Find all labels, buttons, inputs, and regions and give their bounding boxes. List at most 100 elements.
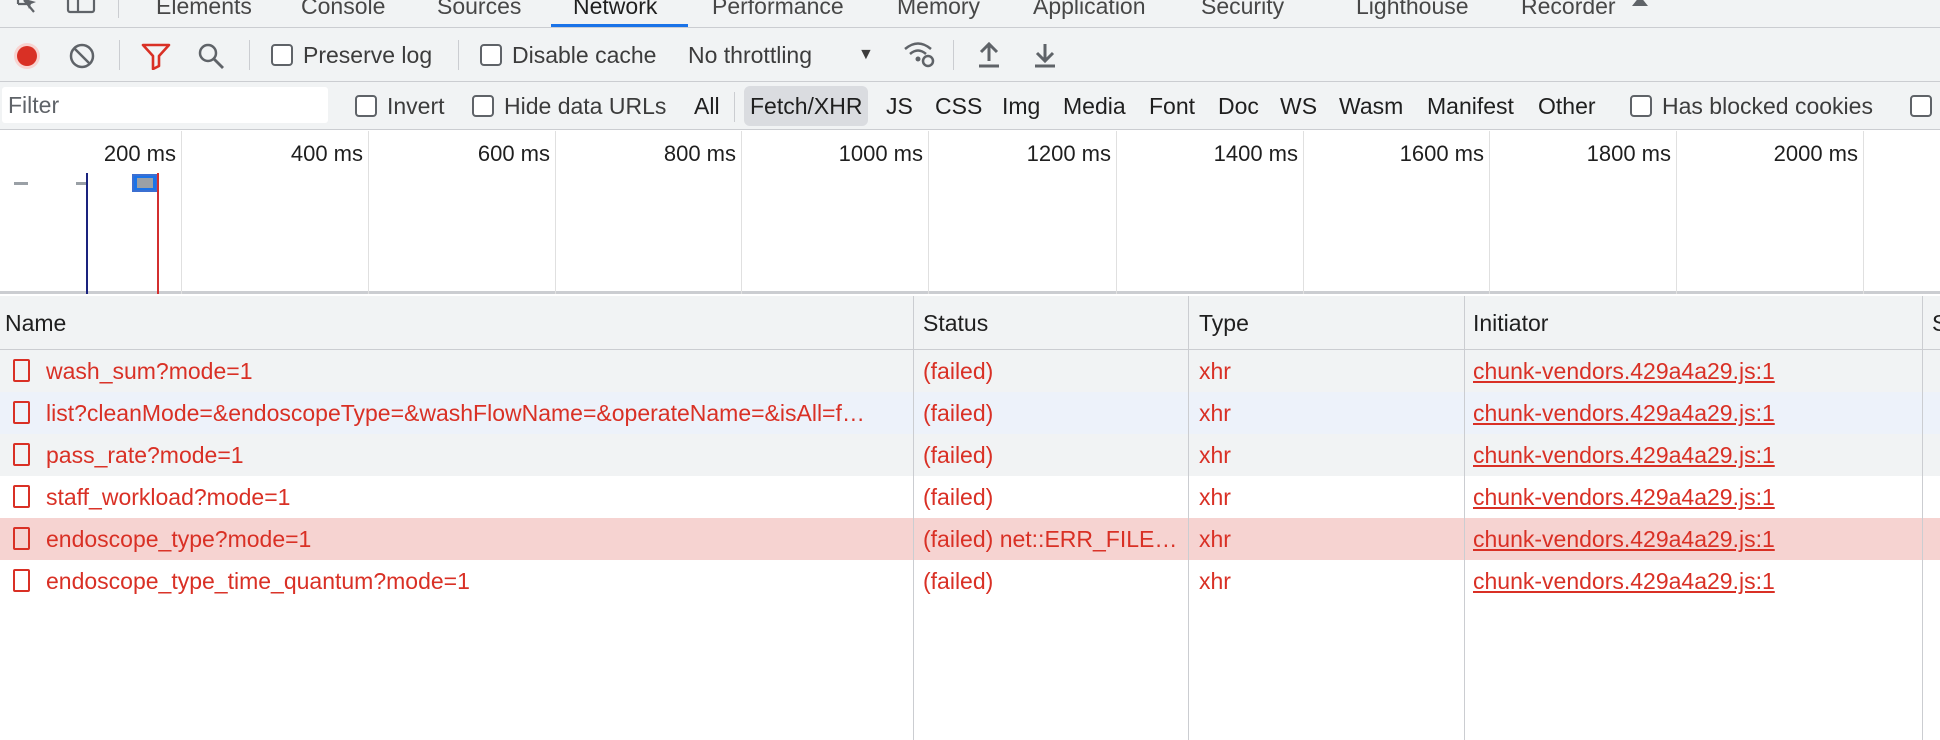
grid-line bbox=[741, 131, 742, 294]
tick-label: 800 ms bbox=[663, 141, 736, 166]
type-filter-wasm[interactable]: Wasm bbox=[1333, 86, 1409, 126]
request-status: (failed) bbox=[923, 568, 994, 594]
tick-label: 200 ms bbox=[103, 141, 176, 166]
tab-security[interactable]: Security bbox=[1201, 0, 1284, 26]
tab-sources[interactable]: Sources bbox=[437, 0, 521, 26]
type-filter-manifest[interactable]: Manifest bbox=[1421, 86, 1520, 126]
request-initiator-link[interactable]: chunk-vendors.429a4a29.js:1 bbox=[1473, 560, 1913, 602]
table-row[interactable]: endoscope_type_time_quantum?mode=1 (fail… bbox=[0, 560, 1940, 602]
tab-console[interactable]: Console bbox=[301, 0, 385, 26]
throttling-value: No throttling bbox=[688, 41, 813, 68]
tab-application[interactable]: Application bbox=[1033, 0, 1146, 26]
table-row[interactable]: list?cleanMode=&endoscopeType=&washFlowN… bbox=[0, 392, 1940, 434]
invert-checkbox[interactable]: Invert bbox=[355, 82, 445, 130]
hide-data-urls-checkbox[interactable]: Hide data URLs bbox=[472, 82, 666, 130]
type-filter-ws[interactable]: WS bbox=[1274, 86, 1323, 126]
column-header-type[interactable]: Type bbox=[1199, 296, 1459, 350]
disable-cache-checkbox[interactable]: Disable cache bbox=[480, 28, 656, 82]
has-blocked-cookies-checkbox[interactable]: Has blocked cookies bbox=[1630, 82, 1873, 130]
type-filter-img[interactable]: Img bbox=[996, 86, 1046, 126]
request-status: (failed) bbox=[923, 358, 994, 384]
table-row[interactable]: staff_workload?mode=1 (failed) xhr chunk… bbox=[0, 476, 1940, 518]
tab-lighthouse[interactable]: Lighthouse bbox=[1356, 0, 1469, 26]
recorder-experimental-icon bbox=[1629, 0, 1651, 12]
table-row[interactable]: wash_sum?mode=1 (failed) xhr chunk-vendo… bbox=[0, 350, 1940, 392]
search-icon[interactable] bbox=[197, 42, 225, 75]
preserve-log-checkbox[interactable]: Preserve log bbox=[271, 28, 432, 82]
filter-bar: Invert Hide data URLs All Fetch/XHR JS C… bbox=[0, 82, 1940, 130]
request-type: xhr bbox=[1199, 484, 1231, 510]
tick-label: 400 ms bbox=[290, 141, 363, 166]
throttling-select[interactable]: No throttling ▼ bbox=[688, 28, 874, 82]
filter-icon[interactable] bbox=[141, 42, 171, 75]
request-name: wash_sum?mode=1 bbox=[46, 358, 253, 384]
grid-line bbox=[181, 131, 182, 294]
type-filter-css[interactable]: CSS bbox=[929, 86, 988, 126]
column-header-status[interactable]: Status bbox=[923, 296, 1183, 350]
tab-recorder[interactable]: Recorder bbox=[1521, 0, 1616, 26]
type-filter-fetch-xhr[interactable]: Fetch/XHR bbox=[744, 86, 869, 126]
request-initiator-link[interactable]: chunk-vendors.429a4a29.js:1 bbox=[1473, 476, 1913, 518]
request-type: xhr bbox=[1199, 400, 1231, 426]
request-initiator-link[interactable]: chunk-vendors.429a4a29.js:1 bbox=[1473, 350, 1913, 392]
type-filter-doc[interactable]: Doc bbox=[1212, 86, 1265, 126]
load-event-marker bbox=[157, 173, 159, 294]
column-divider[interactable] bbox=[913, 296, 914, 740]
network-conditions-icon[interactable] bbox=[902, 40, 936, 75]
tab-performance[interactable]: Performance bbox=[712, 0, 844, 26]
tab-elements[interactable]: Elements bbox=[156, 0, 252, 26]
blocked-requests-box[interactable] bbox=[1910, 95, 1932, 117]
network-overview[interactable]: 200 ms 400 ms 600 ms 800 ms 1000 ms 1200… bbox=[0, 131, 1940, 294]
disable-cache-label: Disable cache bbox=[512, 41, 657, 68]
request-file-icon bbox=[13, 485, 30, 508]
grid-line bbox=[555, 131, 556, 294]
record-button[interactable] bbox=[13, 42, 41, 75]
request-name: pass_rate?mode=1 bbox=[46, 442, 244, 468]
preserve-log-box[interactable] bbox=[271, 44, 293, 66]
filter-separator bbox=[734, 92, 735, 122]
request-initiator-link[interactable]: chunk-vendors.429a4a29.js:1 bbox=[1473, 392, 1913, 434]
column-divider[interactable] bbox=[1922, 296, 1923, 740]
type-filter-media[interactable]: Media bbox=[1057, 86, 1132, 126]
column-divider[interactable] bbox=[1188, 296, 1189, 740]
inspect-element-icon[interactable] bbox=[14, 0, 44, 16]
type-filter-other[interactable]: Other bbox=[1532, 86, 1602, 126]
request-type: xhr bbox=[1199, 568, 1231, 594]
overview-request-bar bbox=[14, 182, 28, 185]
column-header-size[interactable]: S bbox=[1932, 296, 1940, 350]
hide-data-urls-box[interactable] bbox=[472, 95, 494, 117]
has-blocked-cookies-box[interactable] bbox=[1630, 95, 1652, 117]
type-filter-all[interactable]: All bbox=[688, 86, 726, 126]
tab-network[interactable]: Network bbox=[573, 0, 657, 26]
clear-icon[interactable] bbox=[68, 42, 96, 75]
export-har-icon[interactable] bbox=[1032, 41, 1058, 74]
tick-label: 600 ms bbox=[477, 141, 550, 166]
tab-memory[interactable]: Memory bbox=[897, 0, 980, 26]
table-row[interactable]: pass_rate?mode=1 (failed) xhr chunk-vend… bbox=[0, 434, 1940, 476]
column-divider[interactable] bbox=[1464, 296, 1465, 740]
network-toolbar: Preserve log Disable cache No throttling… bbox=[0, 28, 1940, 82]
disable-cache-box[interactable] bbox=[480, 44, 502, 66]
grid-line bbox=[1116, 131, 1117, 294]
type-filter-js[interactable]: JS bbox=[880, 86, 919, 126]
tick-label: 1200 ms bbox=[1026, 141, 1111, 166]
column-header-initiator[interactable]: Initiator bbox=[1473, 296, 1913, 350]
table-row-selected[interactable]: endoscope_type?mode=1 (failed) net::ERR_… bbox=[0, 518, 1940, 560]
filter-input[interactable] bbox=[2, 87, 328, 123]
request-file-icon bbox=[13, 527, 30, 550]
import-har-icon[interactable] bbox=[976, 41, 1002, 74]
invert-box[interactable] bbox=[355, 95, 377, 117]
device-toolbar-icon[interactable] bbox=[66, 0, 96, 16]
request-initiator-link[interactable]: chunk-vendors.429a4a29.js:1 bbox=[1473, 518, 1913, 560]
dropdown-arrow-icon: ▼ bbox=[858, 46, 874, 63]
tick-label: 1800 ms bbox=[1586, 141, 1671, 166]
request-file-icon bbox=[13, 443, 30, 466]
request-file-icon bbox=[13, 401, 30, 424]
request-initiator-link[interactable]: chunk-vendors.429a4a29.js:1 bbox=[1473, 434, 1913, 476]
request-status: (failed) net::ERR_FILE… bbox=[923, 526, 1178, 552]
has-blocked-cookies-label: Has blocked cookies bbox=[1662, 92, 1873, 119]
request-file-icon bbox=[13, 569, 30, 592]
tick-label: 2000 ms bbox=[1773, 141, 1858, 166]
type-filter-font[interactable]: Font bbox=[1143, 86, 1201, 126]
column-header-name[interactable]: Name bbox=[5, 296, 905, 350]
